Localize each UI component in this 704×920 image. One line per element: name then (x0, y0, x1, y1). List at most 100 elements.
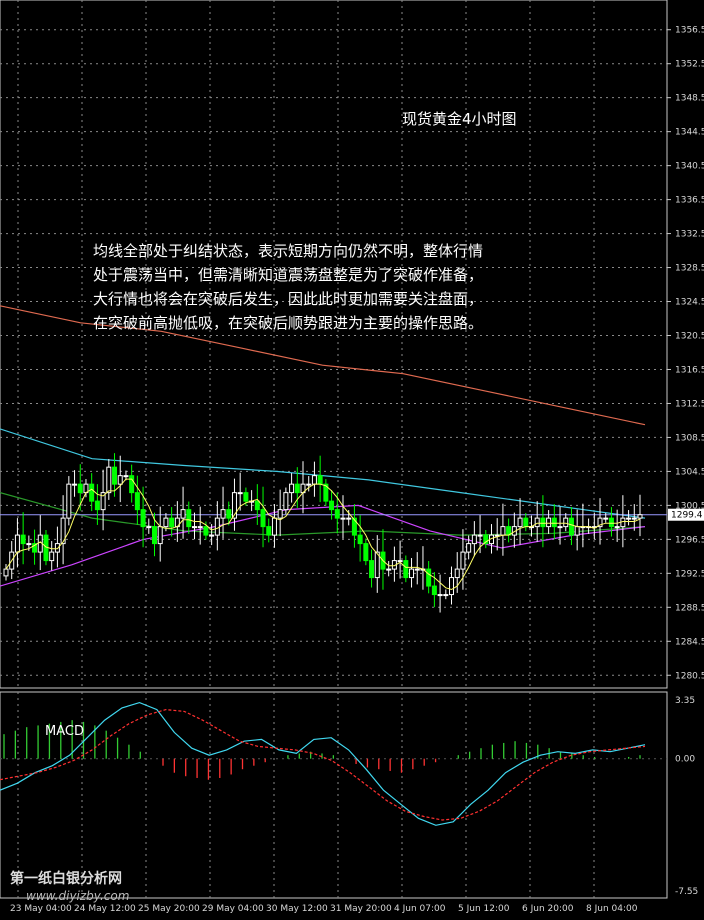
candle-body (426, 568, 432, 587)
time-tick-label: 29 May 04:00 (202, 904, 264, 914)
time-tick-label: 6 Jun 20:00 (522, 904, 574, 914)
candle-body (237, 492, 243, 495)
candle-body (603, 517, 609, 520)
price-tick-label: 1344.5 (675, 128, 704, 138)
candle-body (574, 526, 580, 536)
time-tick-label: 25 May 20:00 (138, 904, 200, 914)
candle-body (112, 466, 118, 485)
candle-body (157, 526, 163, 545)
candle-body (557, 526, 563, 529)
candle-body (289, 483, 295, 494)
ma-short-line (5, 478, 641, 591)
price-tick-label: 1336.5 (675, 196, 704, 206)
candle-body (460, 551, 466, 570)
candle-body (266, 526, 272, 536)
price-tick-label: 1340.5 (675, 162, 704, 172)
candle-body (471, 534, 477, 545)
candle-body (26, 543, 32, 546)
time-tick-label: 30 May 12:00 (266, 904, 328, 914)
candle-body (351, 517, 357, 536)
candle-body (437, 594, 443, 597)
candle-body (403, 560, 409, 579)
macd-tick-label: -7.55 (675, 887, 698, 897)
price-tick-label: 1288.5 (675, 603, 704, 613)
macd-signal-line (0, 708, 646, 821)
candle-body (20, 534, 26, 545)
chart-canvas: 1356.5 1352.5 1348.5 1344.5 1340.5 1336.5 1332… (0, 0, 704, 914)
macd-tick-label: 3.35 (675, 696, 695, 706)
price-tick-label: 1284.5 (675, 637, 704, 647)
candle-body (203, 526, 209, 536)
candle-body (106, 466, 112, 494)
chart-title: 现货黄金4小时图 (402, 110, 517, 128)
candle-body (500, 526, 506, 536)
watermark-url: www.diyizby.com (26, 889, 130, 903)
candle-body (431, 585, 437, 596)
price-tick-label: 1320.5 (675, 332, 704, 342)
candle-body (94, 500, 100, 511)
candle-body (271, 517, 277, 536)
time-tick-label: 4 Jun 07:00 (394, 904, 446, 914)
candle-body (386, 568, 392, 571)
candle-body (169, 517, 175, 528)
candle-body (534, 517, 540, 528)
candle-body (631, 517, 637, 520)
price-tick-label: 1356.5 (675, 26, 704, 36)
macd-label: MACD (45, 724, 84, 739)
candle-body (163, 517, 169, 528)
candle-body (209, 534, 215, 537)
candle-body (306, 483, 312, 486)
candle-body (340, 517, 346, 520)
candle-body (357, 534, 363, 545)
candle-body (369, 560, 375, 579)
candle-body (294, 483, 300, 494)
candle-body (77, 483, 83, 494)
candle-body (220, 509, 226, 519)
macd-line (0, 701, 646, 826)
candle-body (397, 560, 403, 563)
candle-body (346, 517, 352, 520)
price-tick-label: 1348.5 (675, 94, 704, 104)
candle-body (54, 543, 60, 553)
candle-body (334, 509, 340, 519)
candle-body (563, 517, 569, 528)
price-tick-label: 1328.5 (675, 264, 704, 274)
candle-body (197, 526, 203, 529)
candle-body (477, 534, 483, 537)
candle-body (363, 543, 369, 562)
time-tick-label: 8 Jun 04:00 (586, 904, 638, 914)
main-panel-frame (0, 0, 668, 689)
watermark-name: 第一纸白银分析网 (10, 871, 122, 887)
candle-body (443, 594, 449, 597)
candle-body (129, 475, 135, 494)
candle-body (551, 517, 557, 528)
candle-body (260, 509, 266, 528)
candle-body (540, 517, 546, 528)
price-tick-label: 1332.5 (675, 230, 704, 240)
price-tick-label: 1352.5 (675, 60, 704, 70)
candle-body (517, 517, 523, 528)
candle-body (614, 526, 620, 529)
candle-body (466, 543, 472, 553)
candle-body (243, 492, 249, 502)
candle-body (317, 475, 323, 485)
price-tick-label: 1324.5 (675, 298, 704, 308)
candle-body (66, 483, 72, 519)
price-tick-label: 1292.5 (675, 569, 704, 579)
candle-body (409, 568, 415, 579)
candle-body (254, 500, 260, 511)
candle-body (414, 568, 420, 571)
candle-body (191, 526, 197, 529)
candle-body (152, 526, 158, 545)
candle-body (226, 509, 232, 519)
candle-body (186, 509, 192, 528)
candle-body (454, 568, 460, 579)
time-tick-label: 23 May 04:00 (10, 904, 72, 914)
candle-body (14, 534, 20, 553)
chart-annotation: 均线全部处于纠结状态，表示短期方向仍然不明，整体行情 处于震荡当中，但需清晰知道… (93, 242, 484, 332)
candle-body (546, 517, 552, 528)
candle-body (449, 577, 455, 596)
candle-body (214, 517, 220, 536)
time-tick-label: 24 May 12:00 (74, 904, 136, 914)
candle-body (180, 509, 186, 519)
